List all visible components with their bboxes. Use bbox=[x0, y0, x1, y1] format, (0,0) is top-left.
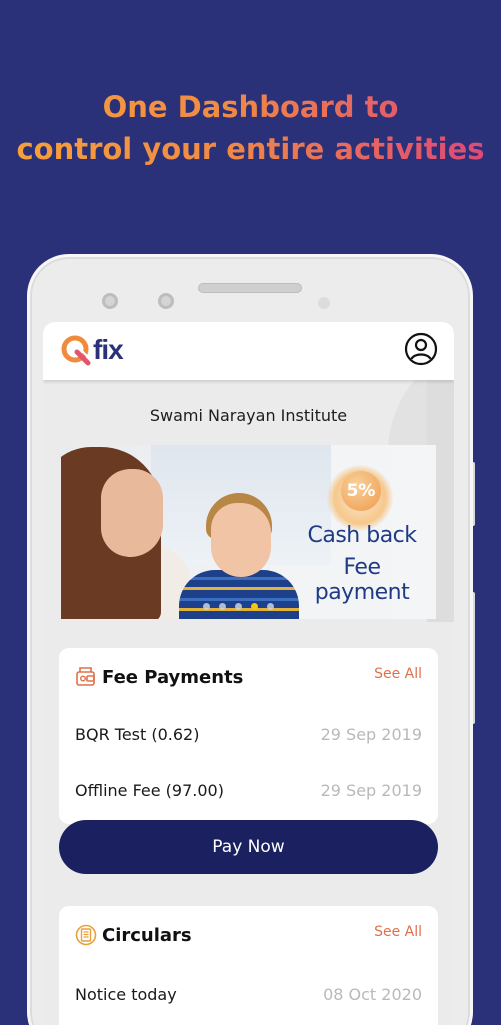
fee-item-date: 29 Sep 2019 bbox=[320, 781, 422, 800]
phone-camera bbox=[158, 293, 174, 309]
q-logo-icon bbox=[61, 335, 91, 366]
logo-text: fix bbox=[93, 334, 124, 365]
fee-see-all-link[interactable]: See All bbox=[374, 666, 422, 682]
institute-name: Swami Narayan Institute bbox=[149, 406, 348, 425]
circulars-header: Circulars bbox=[75, 924, 192, 946]
account-circle-icon bbox=[404, 332, 438, 366]
fee-payments-header: Fee Payments bbox=[75, 666, 243, 688]
circular-item-date: 08 Oct 2020 bbox=[323, 985, 422, 1004]
circulars-see-all-link[interactable]: See All bbox=[374, 924, 422, 940]
phone-camera bbox=[102, 293, 118, 309]
fee-item-name: BQR Test (0.62) bbox=[75, 725, 200, 744]
carousel-dot-active[interactable] bbox=[251, 603, 258, 610]
banner-line-2: Fee payment bbox=[314, 555, 410, 605]
document-coin-icon bbox=[75, 924, 97, 946]
carousel-dot[interactable] bbox=[219, 603, 226, 610]
banner-photo-boy bbox=[179, 570, 299, 619]
circulars-title: Circulars bbox=[102, 924, 192, 946]
carousel-dots bbox=[203, 603, 274, 610]
fee-item-date: 29 Sep 2019 bbox=[320, 725, 422, 744]
phone-sensor bbox=[318, 297, 330, 309]
app-screen: fix Swami Narayan Institute 5% Cash back… bbox=[43, 322, 454, 1025]
fee-item-name: Offline Fee (97.00) bbox=[75, 781, 224, 800]
list-item[interactable]: BQR Test (0.62) 29 Sep 2019 bbox=[75, 725, 422, 744]
banner-photo-boy bbox=[211, 503, 271, 577]
banner-line-1: Cash back bbox=[307, 523, 417, 548]
promo-headline: One Dashboard to control your entire act… bbox=[0, 86, 501, 170]
cashback-badge: 5% bbox=[341, 471, 381, 511]
carousel-dot[interactable] bbox=[235, 603, 242, 610]
headline-line-1: One Dashboard to bbox=[102, 90, 399, 124]
list-item[interactable]: Notice today 08 Oct 2020 bbox=[75, 985, 422, 1004]
circular-item-name: Notice today bbox=[75, 985, 177, 1004]
promo-banner[interactable]: 5% Cash back Fee payment bbox=[61, 445, 436, 619]
circulars-card: Circulars See All Notice today 08 Oct 20… bbox=[59, 906, 438, 1025]
headline-line-2: control your entire activities bbox=[16, 132, 485, 166]
list-item[interactable]: Offline Fee (97.00) 29 Sep 2019 bbox=[75, 781, 422, 800]
app-header: fix bbox=[43, 322, 454, 380]
wallet-icon bbox=[76, 667, 95, 686]
carousel-dot[interactable] bbox=[267, 603, 274, 610]
fee-payments-card: Fee Payments See All BQR Test (0.62) 29 … bbox=[59, 648, 438, 824]
phone-speaker bbox=[198, 283, 302, 293]
qfix-logo: fix bbox=[60, 332, 124, 368]
fee-payments-title: Fee Payments bbox=[102, 666, 244, 688]
banner-photo-woman bbox=[101, 469, 163, 557]
profile-button[interactable] bbox=[404, 332, 438, 366]
pay-now-button[interactable]: Pay Now bbox=[59, 820, 438, 874]
carousel-dot[interactable] bbox=[203, 603, 210, 610]
